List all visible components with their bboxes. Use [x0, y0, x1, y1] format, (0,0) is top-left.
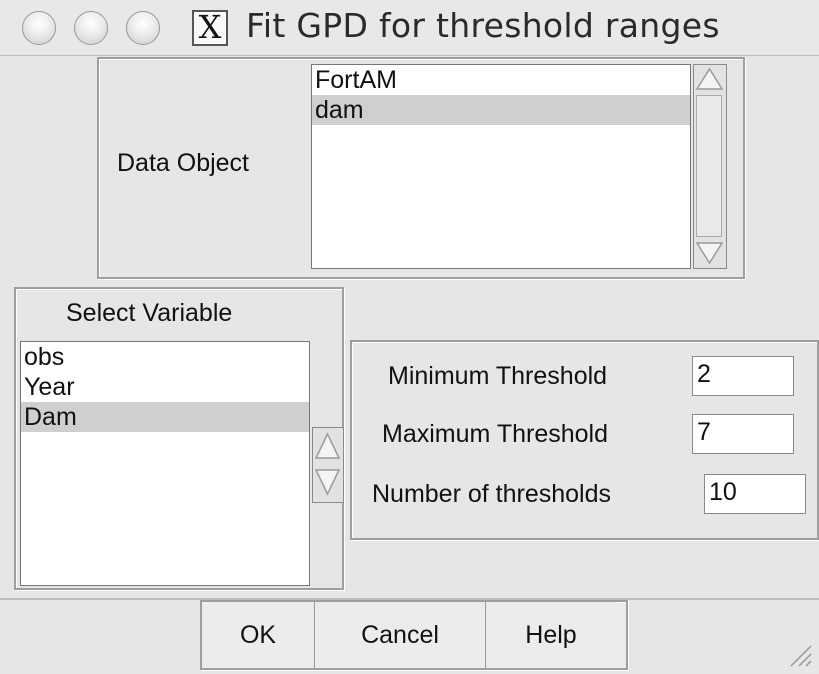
- x11-app-icon: X: [192, 10, 228, 46]
- select-variable-panel: Select Variable obs Year Dam: [14, 287, 344, 590]
- close-window-button[interactable]: [22, 11, 56, 45]
- zoom-window-button[interactable]: [126, 11, 160, 45]
- title-bar: X Fit GPD for threshold ranges: [0, 0, 819, 56]
- threshold-panel: Minimum Threshold 2 Maximum Threshold 7 …: [350, 340, 819, 540]
- help-button[interactable]: Help: [485, 602, 616, 668]
- list-item[interactable]: obs: [21, 342, 309, 372]
- data-object-scrollbar[interactable]: [693, 64, 727, 269]
- min-threshold-field[interactable]: 2: [692, 356, 794, 396]
- cancel-button[interactable]: Cancel: [314, 602, 485, 668]
- list-item-selected[interactable]: dam: [312, 95, 690, 125]
- threshold-count-label: Number of thresholds: [372, 480, 612, 508]
- scroll-down-arrow-icon[interactable]: [313, 466, 343, 500]
- threshold-count-field[interactable]: 10: [704, 474, 806, 514]
- scroll-thumb[interactable]: [696, 95, 722, 237]
- list-item[interactable]: Year: [21, 372, 309, 402]
- ok-button[interactable]: OK: [202, 602, 314, 668]
- max-threshold-field[interactable]: 7: [692, 414, 794, 454]
- window-title: Fit GPD for threshold ranges: [246, 6, 720, 45]
- list-item-selected[interactable]: Dam: [21, 402, 309, 432]
- variable-list[interactable]: obs Year Dam: [20, 341, 310, 586]
- minimize-window-button[interactable]: [74, 11, 108, 45]
- scroll-up-arrow-icon[interactable]: [694, 65, 726, 93]
- data-object-list[interactable]: FortAM dam: [311, 64, 691, 269]
- min-threshold-label: Minimum Threshold: [388, 362, 608, 390]
- resize-grip-icon[interactable]: [783, 638, 813, 668]
- scroll-down-arrow-icon[interactable]: [694, 239, 726, 267]
- select-variable-label: Select Variable: [66, 299, 233, 327]
- list-item[interactable]: FortAM: [312, 65, 690, 95]
- scroll-up-arrow-icon[interactable]: [313, 428, 343, 462]
- data-object-panel: Data Object FortAM dam: [97, 57, 745, 279]
- data-object-label: Data Object: [117, 149, 250, 177]
- variable-scrollbar[interactable]: [312, 427, 344, 503]
- button-bar: OK Cancel Help: [200, 600, 628, 670]
- max-threshold-label: Maximum Threshold: [382, 420, 609, 448]
